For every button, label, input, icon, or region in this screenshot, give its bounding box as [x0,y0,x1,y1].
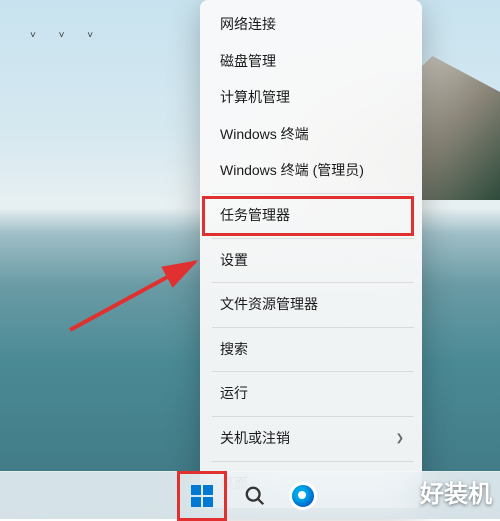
menu-item-disk-management[interactable]: 磁盘管理 [206,44,420,80]
menu-item-label: 搜索 [220,340,248,360]
wallpaper-birds: ˅ ˅ ˅ [30,30,103,41]
app-icon [289,482,317,510]
menu-item-label: 网络连接 [220,15,276,35]
menu-item-settings[interactable]: 设置 [206,243,420,279]
menu-divider [212,327,414,328]
watermark-text: 好装机 [420,474,492,509]
menu-item-label: 磁盘管理 [220,52,276,72]
taskbar: 好装机 [0,471,500,519]
chevron-right-icon: ❯ [396,432,404,446]
menu-divider [212,371,414,372]
menu-item-windows-terminal[interactable]: Windows 终端 [206,117,420,153]
menu-item-label: 文件资源管理器 [220,295,318,315]
menu-divider [212,238,414,239]
menu-item-file-explorer[interactable]: 文件资源管理器 [206,287,420,323]
menu-divider [212,282,414,283]
menu-divider [212,193,414,194]
annotation-start-highlight [177,471,227,521]
menu-item-label: 关机或注销 [220,429,290,449]
search-icon [244,485,266,507]
menu-item-label: 设置 [220,251,248,271]
menu-item-label: 计算机管理 [220,88,290,108]
menu-item-task-manager[interactable]: 任务管理器 [206,198,420,234]
menu-item-run[interactable]: 运行 [206,376,420,412]
taskbar-app-button[interactable] [283,476,323,516]
taskbar-search-button[interactable] [235,476,275,516]
menu-item-windows-terminal-admin[interactable]: Windows 终端 (管理员) [206,153,420,189]
menu-item-computer-management[interactable]: 计算机管理 [206,80,420,116]
menu-item-shutdown-signout[interactable]: 关机或注销 ❯ [206,421,420,457]
menu-item-label: 任务管理器 [220,206,290,226]
start-button[interactable] [182,476,222,516]
windows-logo-icon [191,485,213,507]
menu-divider [212,416,414,417]
menu-item-label: Windows 终端 [220,125,309,145]
menu-item-label: Windows 终端 (管理员) [220,161,364,181]
menu-item-label: 运行 [220,384,248,404]
menu-divider [212,461,414,462]
menu-item-network-connections[interactable]: 网络连接 [206,7,420,43]
menu-item-search[interactable]: 搜索 [206,332,420,368]
winx-context-menu: 网络连接 磁盘管理 计算机管理 Windows 终端 Windows 终端 (管… [200,0,422,508]
